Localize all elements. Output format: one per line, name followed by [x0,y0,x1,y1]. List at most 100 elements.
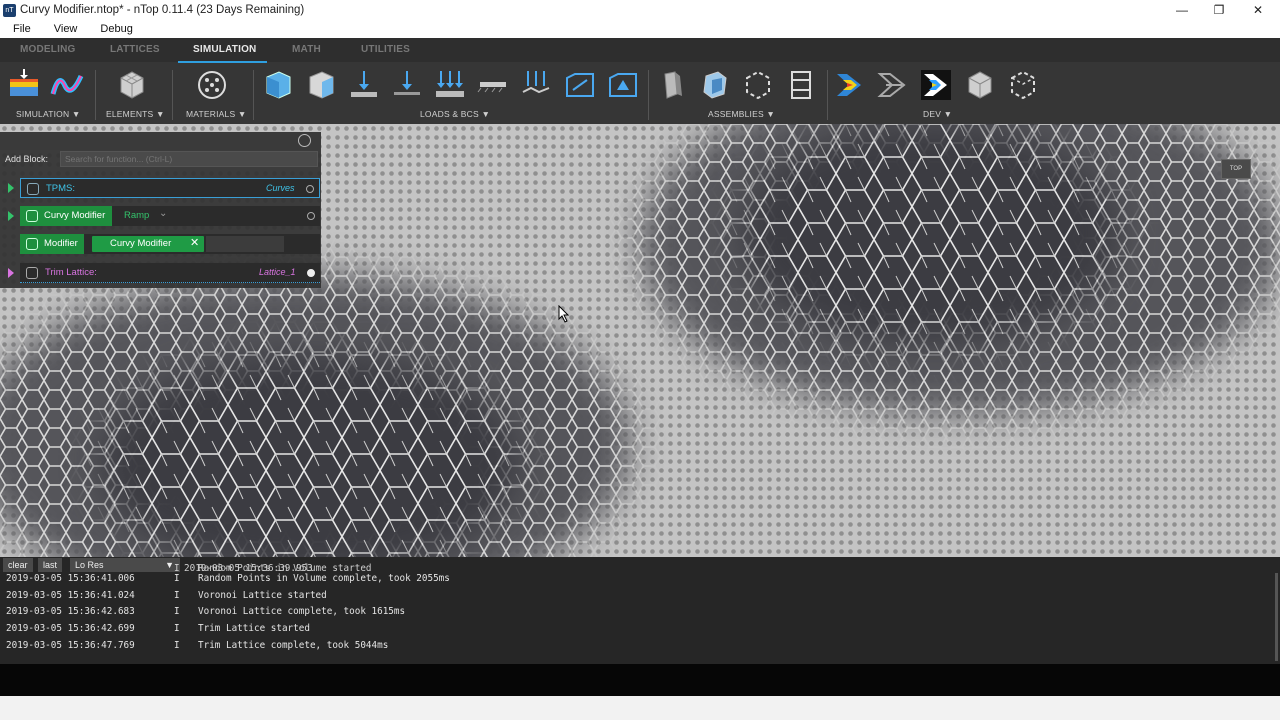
view-cube[interactable]: TOP [1221,159,1251,179]
tab-utilities[interactable]: UTILITIES [361,44,410,55]
log-lines: 2019-03-05 15:36:41.006 I Random Points in… [0,570,1275,653]
block-trim-value: Lattice_1 [259,267,296,277]
ramp-dropdown[interactable]: Ramp [124,210,149,221]
force-load-tool-icon[interactable] [347,68,381,102]
ribbon-divider [172,70,173,120]
log-level: I [174,639,180,651]
ribbon-divider [95,70,96,120]
log-line: 2019-03-05 15:36:41.024 I Voronoi Lattice … [0,587,1275,604]
ribbon-toolbar: MODELING LATTICES SIMULATION MATH UTILIT… [0,38,1280,124]
contact-tool-icon[interactable] [741,68,775,102]
block-modifier[interactable]: Modifier Curvy Modifier ✕ [20,234,320,254]
group-label-dev[interactable]: DEV [923,109,941,119]
log-time: 2019-03-05 15:36:41.024 [6,589,135,601]
output-port-icon[interactable] [306,185,314,193]
log-level: I [174,606,180,618]
stress-result-tool-icon[interactable] [833,68,867,102]
menu-file[interactable]: File [13,23,31,35]
material-tool-icon[interactable] [195,68,229,102]
block-type-icon [27,183,39,195]
ribbon-divider [827,70,828,120]
group-label-elements[interactable]: ELEMENTS [106,109,153,119]
chevron-down-icon: ▼ [943,109,953,119]
block-curvy-label: Curvy Modifier [44,210,106,221]
beam-connection-tool-icon[interactable] [784,68,818,102]
output-port-icon[interactable] [307,212,315,220]
block-trim-lattice[interactable]: Trim Lattice: Lattice_1 [20,263,320,283]
output-port-icon[interactable] [307,269,315,277]
assembly-tool-icon[interactable] [698,68,732,102]
remote-load-tool-icon[interactable] [519,68,553,102]
ribbon-divider [648,70,649,120]
modal-analysis-tool-icon[interactable] [50,68,84,102]
log-message: Trim Lattice started [198,623,310,635]
boundary-body-tool-icon[interactable] [261,68,295,102]
group-label-simulation[interactable]: SIMULATION [16,109,69,119]
minimize-icon[interactable]: — [1164,0,1200,20]
modifier-input-slot[interactable] [206,236,284,252]
log-time: 2019-03-05 15:36:41.006 [6,573,135,584]
taskbar-area [0,696,1280,720]
group-label-loads[interactable]: LOADS & BCS [420,109,479,119]
log-message: Random Points in Volume complete, took 2… [198,573,450,584]
settings-icon[interactable] [298,134,311,147]
notebook-panel: Add Block: TPMS: Curves Curvy Modifier R… [0,132,321,288]
search-function-input[interactable] [60,151,318,167]
log-level: I [174,589,180,601]
title-bar: nT Curvy Modifier.ntop* - nTop 0.11.4 (2… [0,0,1280,20]
menu-bar: File View Debug [0,20,1280,38]
tab-simulation[interactable]: SIMULATION [193,44,256,55]
block-type-icon [26,210,38,222]
log-line: 2019-03-05 15:36:41.006 I Random Points in… [0,570,1275,587]
log-message: Voronoi Lattice complete, took 1615ms [198,606,406,618]
log-console: clear last Lo Res ▼ 2019-03-05 15:36:39.… [0,557,1280,664]
part-tool-icon[interactable] [655,68,689,102]
close-icon[interactable]: ✕ [190,236,199,249]
block-tpms[interactable]: TPMS: Curves [20,178,320,198]
static-analysis-tool-icon[interactable] [7,68,41,102]
close-icon[interactable]: ✕ [1240,0,1276,20]
mesh-elements-tool-icon[interactable] [115,68,149,102]
acceleration-tool-icon[interactable] [606,68,640,102]
add-block-label: Add Block: [5,154,49,164]
log-message: Voronoi Lattice started [198,589,327,601]
menu-debug[interactable]: Debug [100,23,132,35]
dashed-cube-tool-icon[interactable] [1006,68,1040,102]
maximize-icon[interactable]: ❐ [1201,0,1237,20]
deformation-result-tool-icon[interactable] [876,68,910,102]
active-tab-indicator [178,61,267,63]
lattice-block-tool-icon[interactable] [963,68,997,102]
view-cube-label: TOP [1229,166,1243,172]
displacement-tool-icon[interactable] [563,68,597,102]
menu-view[interactable]: View [54,23,78,35]
log-time: 2019-03-05 15:36:42.699 [6,623,135,635]
log-line: 2019-03-05 15:36:42.699 I Trim Lattice sta… [0,620,1275,637]
distributed-load-tool-icon[interactable] [433,68,467,102]
tab-lattices[interactable]: LATTICES [110,44,160,55]
modifier-chip[interactable]: Curvy Modifier ✕ [92,236,204,252]
panel-header [0,132,321,150]
pressure-load-tool-icon[interactable] [390,68,424,102]
log-level: I [174,573,180,584]
tab-modeling[interactable]: MODELING [20,44,76,55]
expand-arrow-icon[interactable] [8,268,14,278]
fixed-support-tool-icon[interactable] [476,68,510,102]
group-label-materials[interactable]: MATERIALS [186,109,235,119]
chevron-down-icon[interactable]: ⌄ [159,208,167,219]
expand-arrow-icon[interactable] [8,211,14,221]
block-curvy-modifier[interactable]: Curvy Modifier Ramp ⌄ [20,206,320,226]
expand-arrow-icon[interactable] [8,183,14,193]
block-type-icon [26,238,38,250]
chevron-down-icon: ▼ [481,109,491,119]
log-time: 2019-03-05 15:36:42.683 [6,606,135,618]
optimization-tool-icon[interactable] [919,68,953,102]
ntop-window: nT Curvy Modifier.ntop* - nTop 0.11.4 (2… [0,0,1280,720]
tab-math[interactable]: MATH [292,44,321,55]
log-level: I [174,623,180,635]
modifier-chip-label: Curvy Modifier [110,238,172,249]
group-label-assemblies[interactable]: ASSEMBLIES [708,109,764,119]
boundary-face-tool-icon[interactable] [304,68,338,102]
console-scrollbar[interactable] [1275,573,1278,661]
block-modifier-label: Modifier [44,238,78,249]
ribbon-divider [253,70,254,120]
